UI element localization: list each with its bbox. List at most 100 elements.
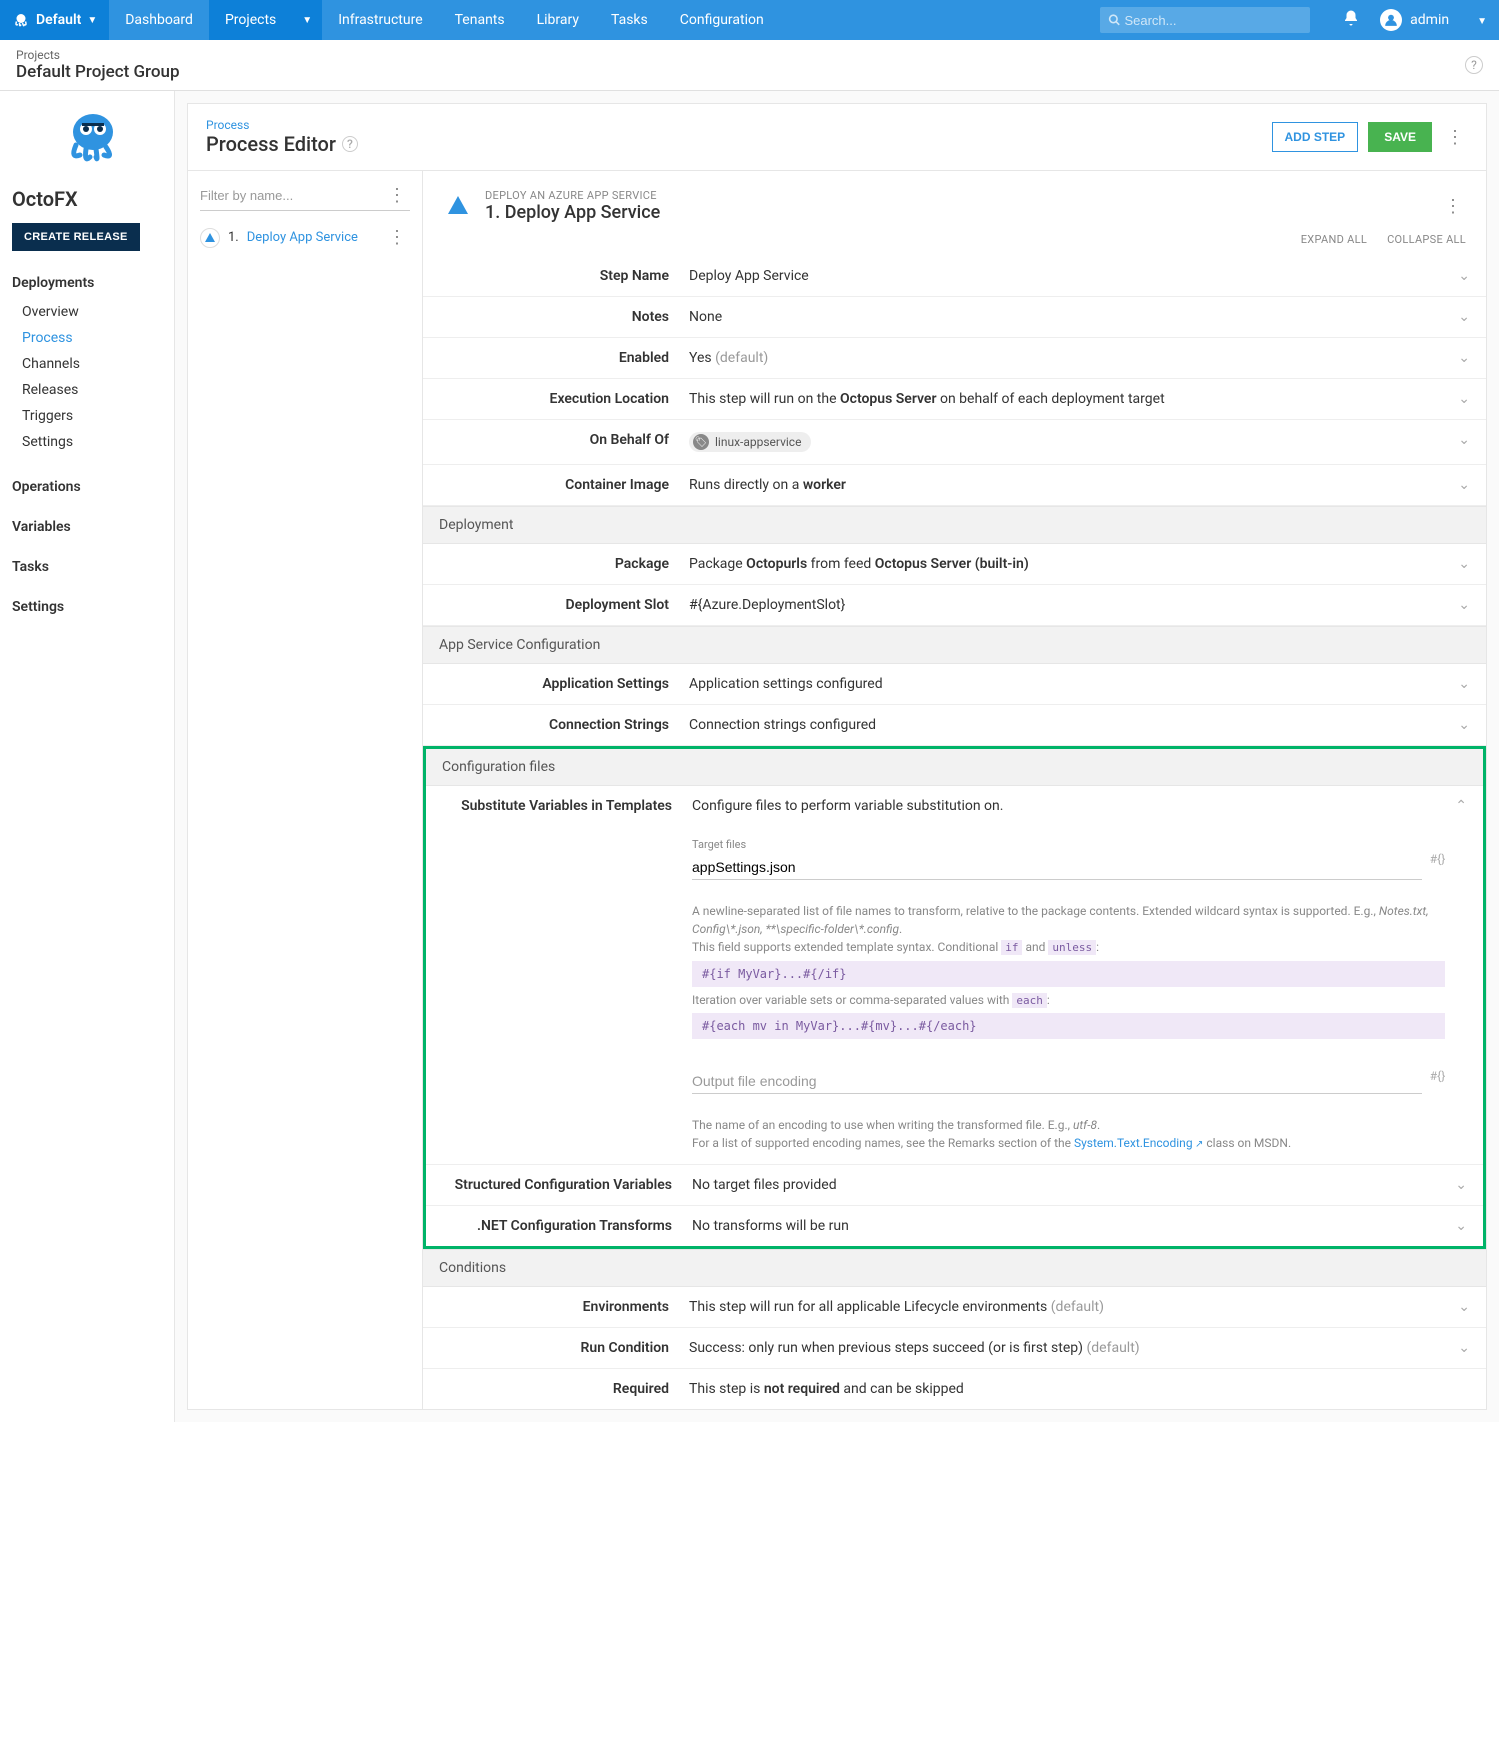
nav-configuration[interactable]: Configuration xyxy=(664,0,780,40)
step-filter-input[interactable] xyxy=(200,188,376,203)
user-menu[interactable]: admin xyxy=(1372,9,1465,31)
row-description: Configure files to perform variable subs… xyxy=(692,798,1445,814)
nav-projects[interactable]: Projects xyxy=(209,0,292,40)
save-button[interactable]: SAVE xyxy=(1368,122,1432,152)
chevron-down-icon: ⌄ xyxy=(1458,350,1470,366)
row-notes[interactable]: Notes None ⌄ xyxy=(423,297,1486,338)
help-icon[interactable]: ? xyxy=(1465,56,1483,74)
chevron-down-icon: ▼ xyxy=(1477,16,1487,27)
azure-icon xyxy=(200,228,220,248)
row-structured-config-variables[interactable]: Structured Configuration Variables No ta… xyxy=(426,1165,1483,1206)
steps-list: ⋮ 1. Deploy App Service ⋮ xyxy=(188,171,423,1409)
help-text: The name of an encoding to use when writ… xyxy=(692,1116,1445,1152)
output-encoding-input[interactable] xyxy=(692,1069,1422,1094)
chevron-down-icon: ⌄ xyxy=(1458,1340,1470,1356)
chevron-down-icon: ⌄ xyxy=(1458,268,1470,284)
search-input[interactable] xyxy=(1124,13,1302,28)
sidebar-head-deployments[interactable]: Deployments xyxy=(12,275,174,291)
project-sidebar: OctoFX CREATE RELEASE Deployments Overvi… xyxy=(0,91,175,1422)
octopus-logo-icon xyxy=(12,11,30,29)
user-dropdown[interactable]: ▼ xyxy=(1465,12,1499,28)
chevron-up-icon[interactable]: ⌃ xyxy=(1455,798,1467,814)
global-search[interactable] xyxy=(1100,7,1310,33)
editor-breadcrumb[interactable]: Process xyxy=(206,118,358,132)
step-item-menu[interactable]: ⋮ xyxy=(384,227,410,248)
chevron-down-icon: ⌄ xyxy=(1458,556,1470,572)
chevron-down-icon: ⌄ xyxy=(1458,477,1470,493)
row-step-name[interactable]: Step Name Deploy App Service ⌄ xyxy=(423,256,1486,297)
encoding-docs-link[interactable]: System.Text.Encoding xyxy=(1074,1136,1203,1150)
help-icon[interactable]: ? xyxy=(342,136,358,152)
collapse-all-button[interactable]: COLLAPSE ALL xyxy=(1387,233,1466,246)
chevron-down-icon: ⌄ xyxy=(1455,1218,1467,1234)
section-deployment: Deployment xyxy=(423,506,1486,544)
target-files-label: Target files xyxy=(692,838,1422,851)
code-example: #{if MyVar}...#{/if} xyxy=(692,961,1445,987)
breadcrumb-title: Default Project Group xyxy=(16,62,180,82)
nav-tasks[interactable]: Tasks xyxy=(595,0,664,40)
breadcrumb-parent[interactable]: Projects xyxy=(16,48,180,62)
chevron-down-icon: ⌄ xyxy=(1458,432,1470,448)
sidebar-head-variables[interactable]: Variables xyxy=(12,519,174,535)
step-number: 1. xyxy=(228,230,239,245)
sidebar-item-overview[interactable]: Overview xyxy=(12,299,174,325)
row-container-image[interactable]: Container Image Runs directly on a worke… xyxy=(423,465,1486,506)
row-execution-location[interactable]: Execution Location This step will run on… xyxy=(423,379,1486,420)
help-text: A newline-separated list of file names t… xyxy=(692,902,1445,957)
step-list-menu[interactable]: ⋮ xyxy=(384,185,410,206)
notifications-button[interactable] xyxy=(1330,9,1372,31)
nav-infrastructure[interactable]: Infrastructure xyxy=(322,0,438,40)
target-files-input[interactable] xyxy=(692,855,1422,880)
step-type-label: DEPLOY AN AZURE APP SERVICE xyxy=(485,189,660,202)
chevron-down-icon: ⌄ xyxy=(1458,309,1470,325)
sidebar-head-settings[interactable]: Settings xyxy=(12,599,174,615)
sidebar-head-operations[interactable]: Operations xyxy=(12,479,174,495)
chevron-down-icon: ▼ xyxy=(87,15,97,26)
step-name-link[interactable]: Deploy App Service xyxy=(247,230,358,245)
row-enabled[interactable]: Enabled Yes (default) ⌄ xyxy=(423,338,1486,379)
expand-all-button[interactable]: EXPAND ALL xyxy=(1301,233,1367,246)
code-example: #{each mv in MyVar}...#{mv}...#{/each} xyxy=(692,1013,1445,1039)
nav-library[interactable]: Library xyxy=(521,0,595,40)
target-tag: 🏷linux-appservice xyxy=(689,432,811,452)
sidebar-item-settings[interactable]: Settings xyxy=(12,429,174,455)
avatar-icon xyxy=(1380,9,1402,31)
sidebar-item-triggers[interactable]: Triggers xyxy=(12,403,174,429)
sidebar-head-tasks[interactable]: Tasks xyxy=(12,559,174,575)
add-step-button[interactable]: ADD STEP xyxy=(1272,122,1359,152)
section-app-service-config: App Service Configuration xyxy=(423,626,1486,664)
row-substitute-variables: Substitute Variables in Templates Config… xyxy=(426,786,1483,1165)
section-configuration-files: Configuration files xyxy=(426,749,1483,786)
step-detail-menu[interactable]: ⋮ xyxy=(1440,196,1466,217)
nav-projects-dropdown[interactable]: ▼ xyxy=(292,0,322,40)
step-list-item[interactable]: 1. Deploy App Service ⋮ xyxy=(200,223,410,252)
tag-icon: 🏷 xyxy=(693,434,709,450)
row-deployment-slot[interactable]: Deployment Slot #{Azure.DeploymentSlot} … xyxy=(423,585,1486,626)
nav-dashboard[interactable]: Dashboard xyxy=(109,0,209,40)
row-connection-strings[interactable]: Connection Strings Connection strings co… xyxy=(423,705,1486,746)
sidebar-item-releases[interactable]: Releases xyxy=(12,377,174,403)
row-on-behalf-of[interactable]: On Behalf Of 🏷linux-appservice ⌄ xyxy=(423,420,1486,465)
row-required[interactable]: Required This step is not required and c… xyxy=(423,1369,1486,1409)
section-conditions: Conditions xyxy=(423,1249,1486,1287)
create-release-button[interactable]: CREATE RELEASE xyxy=(12,223,140,251)
row-package[interactable]: Package Package Octopurls from feed Octo… xyxy=(423,544,1486,585)
nav-tenants[interactable]: Tenants xyxy=(439,0,521,40)
sidebar-item-channels[interactable]: Channels xyxy=(12,351,174,377)
space-switcher[interactable]: Default ▼ xyxy=(0,0,109,40)
sidebar-item-process[interactable]: Process xyxy=(12,325,174,351)
user-name: admin xyxy=(1410,12,1449,28)
chevron-down-icon: ▼ xyxy=(302,15,312,26)
editor-header: Process Process Editor? ADD STEP SAVE ⋮ xyxy=(188,104,1486,171)
variable-token-button[interactable]: #{} xyxy=(1430,1069,1446,1083)
row-application-settings[interactable]: Application Settings Application setting… xyxy=(423,664,1486,705)
row-environments[interactable]: Environments This step will run for all … xyxy=(423,1287,1486,1328)
overflow-menu[interactable]: ⋮ xyxy=(1442,127,1468,148)
row-net-config-transforms[interactable]: .NET Configuration Transforms No transfo… xyxy=(426,1206,1483,1246)
project-name: OctoFX xyxy=(12,187,174,211)
step-detail: DEPLOY AN AZURE APP SERVICE 1. Deploy Ap… xyxy=(423,171,1486,1409)
space-name: Default xyxy=(36,12,81,28)
row-run-condition[interactable]: Run Condition Success: only run when pre… xyxy=(423,1328,1486,1369)
chevron-down-icon: ⌄ xyxy=(1458,717,1470,733)
variable-token-button[interactable]: #{} xyxy=(1430,852,1446,866)
